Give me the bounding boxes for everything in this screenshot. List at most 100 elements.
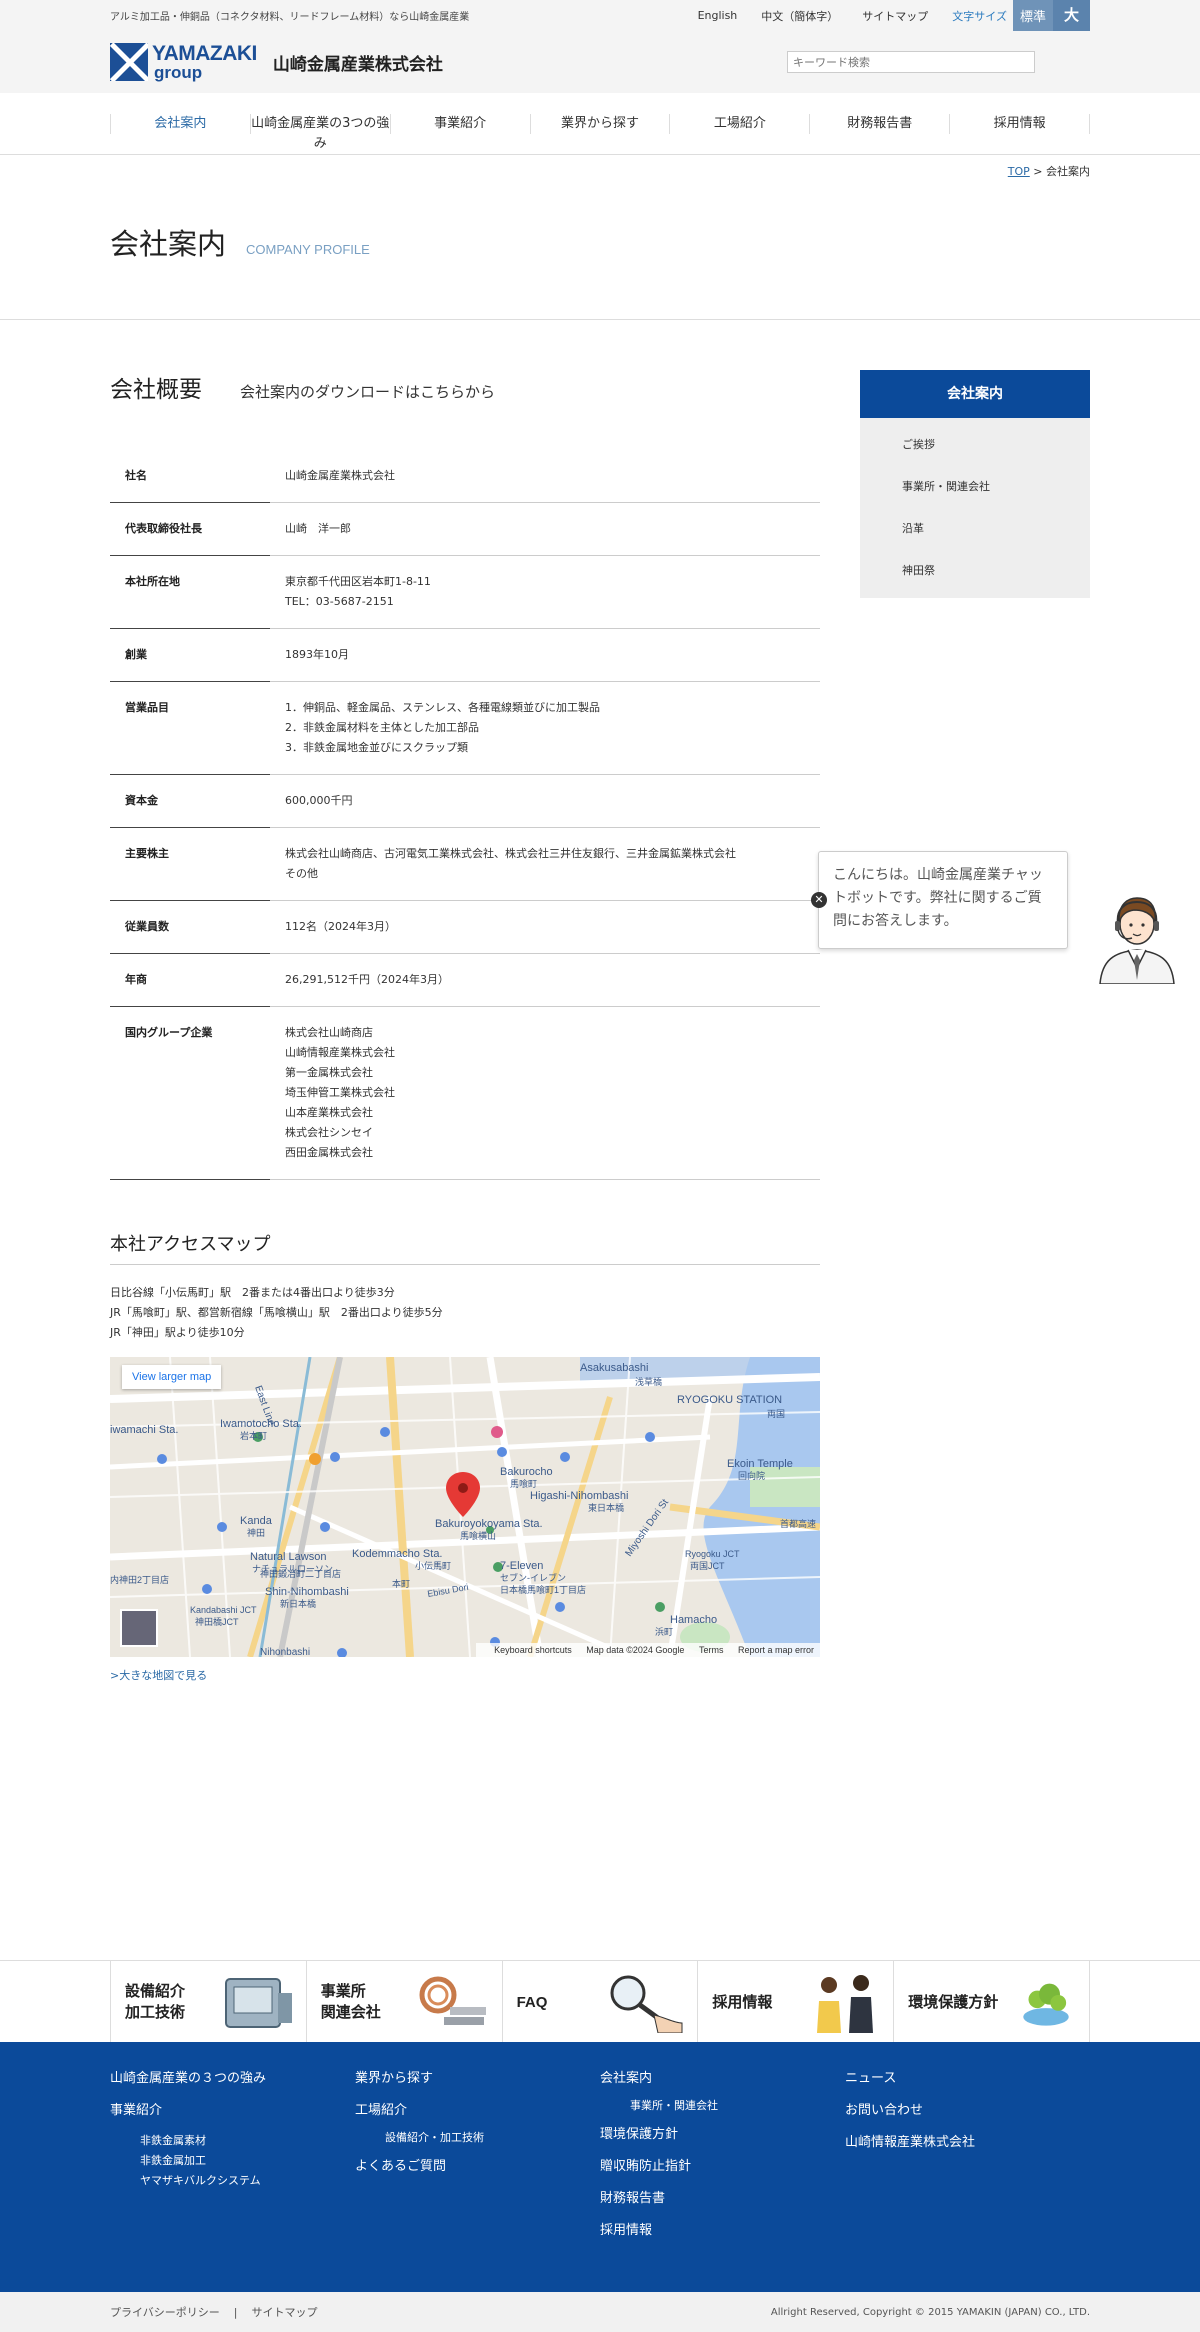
footer-sublink[interactable]: 非鉄金属素材 xyxy=(110,2132,355,2152)
footer-link[interactable]: よくあるご質問 xyxy=(355,2156,600,2188)
footer-link[interactable]: 採用情報 xyxy=(600,2220,845,2252)
footer-link[interactable]: 業界から探す xyxy=(355,2068,600,2100)
info-value-line: 西田金属株式会社 xyxy=(285,1146,373,1159)
banner-offices[interactable]: 事業所 関連会社 xyxy=(305,1961,502,2043)
footer-link[interactable]: 環境保護方針 xyxy=(600,2124,845,2156)
sitemap-link[interactable]: サイトマップ xyxy=(252,2304,318,2320)
sidebar-title[interactable]: 会社案内 xyxy=(860,370,1090,418)
info-value-line: 株式会社山崎商店 xyxy=(285,1026,373,1039)
nav-recruit[interactable]: 採用情報 xyxy=(949,114,1091,134)
privacy-policy-link[interactable]: プライバシーポリシー xyxy=(110,2304,220,2320)
font-size-large-button[interactable]: 大 xyxy=(1052,0,1090,31)
map-canvas: Asakusabashi 浅草橋 RYOGOKU STATION 両国 Iwam… xyxy=(110,1357,820,1657)
info-row: 創業 1893年10月 xyxy=(110,628,820,682)
company-info-table: 社名 山崎金属産業株式会社 代表取締役社長 山崎 洋一郎 本社所在地 東京都千代田区岩本町… xyxy=(110,450,820,1180)
link-chinese[interactable]: 中文（簡体字） xyxy=(761,8,838,24)
map-label: 神田 xyxy=(247,1527,265,1538)
info-label: 営業品目 xyxy=(110,681,270,775)
map-label: 浜町 xyxy=(655,1627,673,1637)
link-sitemap[interactable]: サイトマップ xyxy=(862,8,928,24)
bottom-separator: | xyxy=(233,2305,238,2319)
map-label: 岩本町 xyxy=(240,1430,267,1441)
info-value-line: 株式会社山崎商店、古河電気工業株式会社、株式会社三井住友銀行、三井金属鉱業株式会… xyxy=(285,847,736,860)
info-value-line: 山崎 洋一郎 xyxy=(285,522,351,535)
map-footer: Keyboard shortcuts Map data ©2024 Google… xyxy=(476,1643,820,1657)
nav-strengths[interactable]: 山崎金属産業の3つの強み xyxy=(249,114,390,151)
chatbot-avatar-icon[interactable] xyxy=(1094,888,1180,984)
access-directions: 日比谷線「小伝馬町」駅 2番または4番出口より徒歩3分 JR「馬喰町」駅、都営新… xyxy=(110,1283,820,1343)
nav-factory[interactable]: 工場紹介 xyxy=(669,114,809,134)
info-label: 従業員数 xyxy=(110,900,270,954)
info-label: 国内グループ企業 xyxy=(110,1006,270,1180)
map-keyboard-shortcuts[interactable]: Keyboard shortcuts xyxy=(494,1645,572,1655)
nav-company[interactable]: 会社案内 xyxy=(110,114,250,134)
footer-sublink[interactable]: ヤマザキバルクシステム xyxy=(110,2172,355,2192)
info-row: 年商 26,291,512千円（2024年3月） xyxy=(110,953,820,1007)
map-label: 小伝馬町 xyxy=(415,1561,451,1571)
sidebar: 会社案内 ご挨拶 事業所・関連会社 沿革 神田祭 xyxy=(860,370,1090,1683)
map-label: Shin-Nihombashi xyxy=(265,1586,349,1598)
info-value-line: 2．非鉄金属材料を主体とした加工部品 xyxy=(285,721,479,734)
footer-link[interactable]: 贈収賄防止指針 xyxy=(600,2156,845,2188)
nav-business[interactable]: 事業紹介 xyxy=(389,114,530,134)
banner-equipment[interactable]: 設備紹介 加工技術 xyxy=(110,1961,306,2043)
info-value: 600,000千円 xyxy=(270,774,820,828)
footer-link[interactable]: ニュース xyxy=(845,2068,1090,2100)
map-label: Bakuroyokoyama Sta. xyxy=(435,1518,543,1530)
sidebar-item-kanda-festival[interactable]: 神田祭 xyxy=(860,550,1090,592)
map-label: 7-Eleven xyxy=(500,1560,543,1572)
info-label: 主要株主 xyxy=(110,827,270,901)
sidebar-item-history[interactable]: 沿革 xyxy=(860,508,1090,550)
footer-link[interactable]: お問い合わせ xyxy=(845,2100,1090,2132)
footer-sublink[interactable]: 非鉄金属加工 xyxy=(110,2152,355,2172)
map-view-larger-link[interactable]: View larger map xyxy=(122,1365,222,1389)
map-label: 馬喰町 xyxy=(510,1478,537,1489)
footer-link[interactable]: 事業紹介 xyxy=(110,2100,355,2132)
chatbot-bubble[interactable]: ✕ こんにちは。山崎金属産業チャットボットです。弊社に関するご質問にお答えします… xyxy=(811,851,1068,949)
footer-sublink[interactable]: 事業所・関連会社 xyxy=(600,2096,845,2116)
logo-line1: YAMAZAKI xyxy=(152,42,257,65)
map-label: Ekoin Temple xyxy=(727,1458,793,1470)
google-map[interactable]: Asakusabashi 浅草橋 RYOGOKU STATION 両国 Iwam… xyxy=(110,1357,820,1657)
map-label: Bakurocho xyxy=(500,1466,553,1478)
info-value: 株式会社山崎商店、古河電気工業株式会社、株式会社三井住友銀行、三井金属鉱業株式会… xyxy=(270,827,820,901)
breadcrumb: TOP > 会社案内 xyxy=(110,155,1090,179)
info-row: 資本金 600,000千円 xyxy=(110,774,820,828)
nav-industry[interactable]: 業界から探す xyxy=(529,114,670,134)
sidebar-item-offices[interactable]: 事業所・関連会社 xyxy=(860,466,1090,508)
global-nav: 会社案内 山崎金属産業の3つの強み 事業紹介 業界から探す 工場紹介 財務報告書… xyxy=(0,93,1200,155)
footer-col: 山崎金属産業の３つの強み 事業紹介 非鉄金属素材 非鉄金属加工 ヤマザキバルクシ… xyxy=(110,2068,355,2252)
breadcrumb-top-link[interactable]: TOP xyxy=(1008,165,1030,178)
banner-line: 設備紹介 xyxy=(125,1982,186,2000)
download-link[interactable]: 会社案内のダウンロードはこちらから xyxy=(240,381,495,402)
map-report-error[interactable]: Report a map error xyxy=(738,1645,814,1655)
site-footer: 山崎金属産業の３つの強み 事業紹介 非鉄金属素材 非鉄金属加工 ヤマザキバルクシ… xyxy=(0,2042,1200,2292)
info-value-line: 山崎情報産業株式会社 xyxy=(285,1046,395,1059)
footer-link[interactable]: 山崎金属産業の３つの強み xyxy=(110,2068,355,2100)
footer-link[interactable]: 財務報告書 xyxy=(600,2188,845,2220)
larger-map-link[interactable]: >大きな地図で見る xyxy=(110,1667,820,1683)
banner-line: 環境保護方針 xyxy=(908,1992,999,2011)
font-size-switcher: 標準 大 xyxy=(1012,0,1090,31)
search-input[interactable] xyxy=(787,51,1035,73)
nav-financial[interactable]: 財務報告書 xyxy=(809,114,949,134)
footer-link[interactable]: 山崎情報産業株式会社 xyxy=(845,2132,1090,2164)
sidebar-item-greeting[interactable]: ご挨拶 xyxy=(860,424,1090,466)
map-terms[interactable]: Terms xyxy=(699,1645,724,1655)
bottom-bar: プライバシーポリシー | サイトマップ Allright Reserved, C… xyxy=(0,2292,1200,2332)
banner-faq[interactable]: FAQ xyxy=(501,1961,698,2043)
site-logo[interactable]: YAMAZAKI group 山崎金属産業株式会社 xyxy=(110,43,443,81)
banner-line: 加工技術 xyxy=(125,2003,186,2021)
footer-sublink[interactable]: 設備紹介・加工技術 xyxy=(355,2128,600,2148)
font-size-label: 文字サイズ xyxy=(952,9,1007,23)
close-icon[interactable]: ✕ xyxy=(811,892,827,908)
banner-recruit[interactable]: 採用情報 xyxy=(697,1961,893,2043)
map-satellite-toggle[interactable] xyxy=(120,1609,158,1647)
map-label: 回向院 xyxy=(738,1470,765,1481)
link-english[interactable]: English xyxy=(698,9,738,22)
font-size-normal-button[interactable]: 標準 xyxy=(1013,6,1053,25)
info-value: 1893年10月 xyxy=(270,628,820,682)
info-value-line: その他 xyxy=(285,867,318,880)
info-value-line: 東京都千代田区岩本町1-8-11 xyxy=(285,575,431,588)
banner-environment[interactable]: 環境保護方針 xyxy=(893,1961,1090,2043)
